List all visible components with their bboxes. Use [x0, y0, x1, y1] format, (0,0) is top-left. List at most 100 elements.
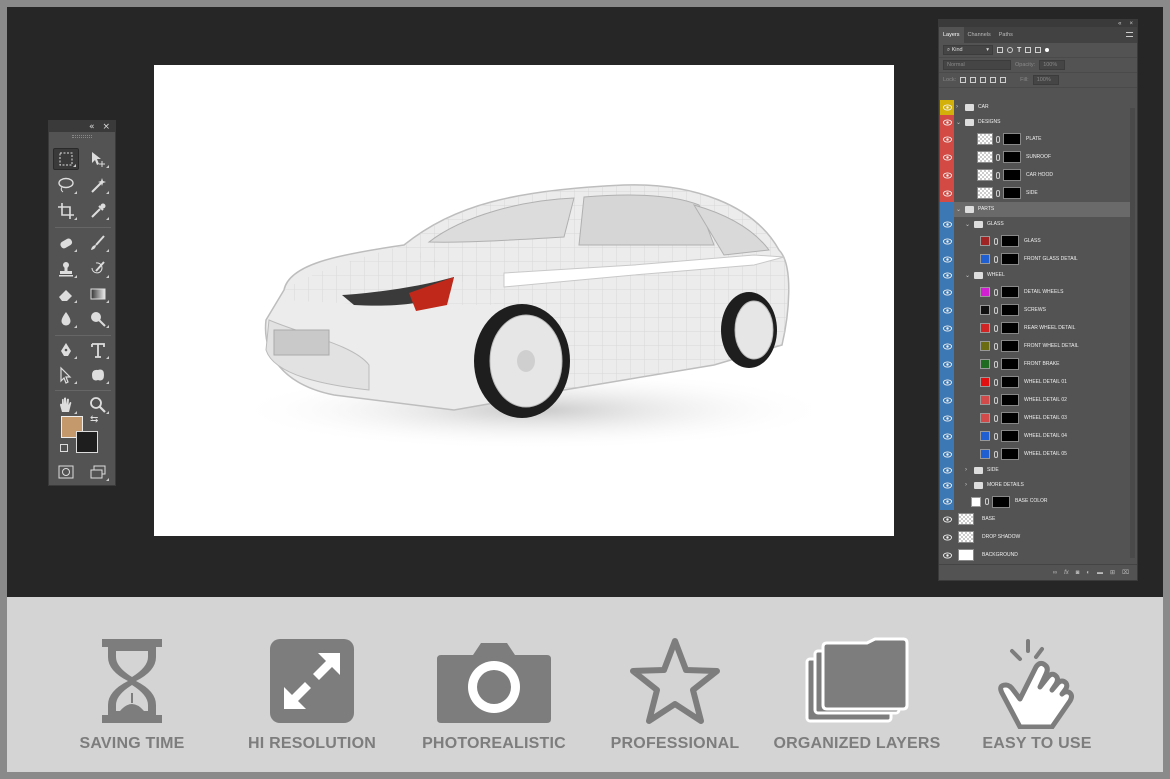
fill-color-swatch[interactable]: [980, 413, 990, 423]
visibility-eye-icon[interactable]: [940, 283, 954, 301]
filter-toggle-icon[interactable]: [1045, 48, 1050, 52]
screen-mode-icon[interactable]: [85, 461, 111, 483]
visibility-eye-icon[interactable]: [940, 100, 954, 115]
visibility-eye-icon[interactable]: [940, 337, 954, 355]
collapse-icon[interactable]: «: [1118, 21, 1121, 27]
link-icon[interactable]: [994, 360, 998, 368]
layer-mask-thumbnail[interactable]: [1001, 448, 1019, 460]
adjustment-filter-icon[interactable]: [1007, 47, 1013, 53]
visibility-eye-icon[interactable]: [940, 202, 954, 217]
link-icon[interactable]: [994, 324, 998, 332]
link-icon[interactable]: [994, 414, 998, 422]
layer-row[interactable]: SUNROOF: [940, 148, 1130, 166]
blend-mode-select[interactable]: Normal: [943, 60, 1011, 70]
expand-arrow-icon[interactable]: ›: [965, 482, 967, 488]
lock-position-icon[interactable]: [980, 77, 987, 83]
pen-icon[interactable]: [53, 339, 79, 361]
close-icon[interactable]: ×: [102, 122, 110, 132]
fill-color-swatch[interactable]: [980, 359, 990, 369]
layer-row[interactable]: CAR HOOD: [940, 166, 1130, 184]
visibility-eye-icon[interactable]: [940, 427, 954, 445]
move-icon[interactable]: [85, 148, 111, 170]
fill-color-swatch[interactable]: [980, 287, 990, 297]
visibility-eye-icon[interactable]: [940, 391, 954, 409]
layer-row[interactable]: ⌄ WHEEL: [940, 268, 1130, 283]
layer-row[interactable]: WHEEL DETAIL 01: [940, 373, 1130, 391]
shape-filter-icon[interactable]: [1025, 47, 1032, 53]
swap-colors-icon[interactable]: ⇆: [90, 414, 98, 425]
layer-mask-thumbnail[interactable]: [1001, 376, 1019, 388]
visibility-eye-icon[interactable]: [940, 115, 954, 130]
link-icon[interactable]: [985, 498, 989, 505]
layer-row[interactable]: ⌄ GLASS: [940, 217, 1130, 232]
visibility-eye-icon[interactable]: [940, 217, 954, 232]
layer-row[interactable]: › MORE DETAILS: [940, 478, 1130, 493]
layer-mask-thumbnail[interactable]: [1001, 253, 1019, 265]
layer-row[interactable]: DETAIL WHEELS: [940, 283, 1130, 301]
visibility-eye-icon[interactable]: [940, 493, 954, 510]
lock-all-icon[interactable]: [1000, 77, 1007, 83]
trash-icon[interactable]: ⌧: [1122, 569, 1129, 576]
mask-icon[interactable]: ◙: [1076, 570, 1080, 576]
crop-icon[interactable]: [53, 200, 79, 222]
link-icon[interactable]: [996, 189, 1000, 197]
link-icon[interactable]: [994, 306, 998, 314]
fill-color-swatch[interactable]: [980, 323, 990, 333]
tab-paths[interactable]: Paths: [995, 27, 1017, 43]
panel-menu-icon[interactable]: [1126, 32, 1133, 37]
layer-row[interactable]: BASE COLOR: [940, 493, 1130, 510]
layer-mask-thumbnail[interactable]: [1003, 187, 1021, 199]
visibility-eye-icon[interactable]: [940, 166, 954, 184]
layer-mask-thumbnail[interactable]: [1001, 358, 1019, 370]
opacity-field[interactable]: 100%: [1039, 60, 1066, 70]
visibility-eye-icon[interactable]: [940, 355, 954, 373]
collapse-arrow-icon[interactable]: ⌄: [965, 272, 970, 279]
fill-color-swatch[interactable]: [980, 305, 990, 315]
link-icon[interactable]: [994, 237, 998, 245]
visibility-eye-icon[interactable]: [940, 528, 954, 546]
layer-row[interactable]: WHEEL DETAIL 05: [940, 445, 1130, 463]
shape-icon[interactable]: [85, 364, 111, 386]
layer-mask-thumbnail[interactable]: [1001, 286, 1019, 298]
bandage-icon[interactable]: [53, 232, 79, 254]
collapse-icon[interactable]: «: [89, 122, 95, 132]
layer-row[interactable]: FRONT BRAKE: [940, 355, 1130, 373]
history-brush-icon[interactable]: [85, 258, 111, 280]
adjustment-icon[interactable]: ◐: [1086, 570, 1090, 576]
fill-color-swatch[interactable]: [980, 449, 990, 459]
magnifier-icon[interactable]: [85, 308, 111, 330]
fx-icon[interactable]: fx: [1064, 570, 1069, 576]
document-canvas[interactable]: [154, 65, 894, 536]
fill-field[interactable]: 100%: [1032, 75, 1059, 85]
layer-row[interactable]: GLASS: [940, 232, 1130, 250]
visibility-eye-icon[interactable]: [940, 148, 954, 166]
link-icon[interactable]: [994, 450, 998, 458]
visibility-eye-icon[interactable]: [940, 319, 954, 337]
tab-channels[interactable]: Channels: [964, 27, 995, 43]
tools-panel-grip[interactable]: [49, 132, 115, 140]
fill-color-swatch[interactable]: [971, 496, 981, 507]
marquee-icon[interactable]: [53, 148, 79, 170]
eraser-icon[interactable]: [53, 283, 79, 305]
quick-mask-icon[interactable]: [53, 461, 79, 483]
layer-mask-thumbnail[interactable]: [1003, 151, 1021, 163]
visibility-eye-icon[interactable]: [940, 445, 954, 463]
visibility-eye-icon[interactable]: [940, 510, 954, 528]
pixel-filter-icon[interactable]: [997, 47, 1003, 53]
layer-row[interactable]: BACKGROUND: [940, 546, 1130, 564]
layers-scrollbar[interactable]: [1130, 108, 1135, 558]
expand-arrow-icon[interactable]: ›: [965, 467, 967, 473]
layer-row[interactable]: WHEEL DETAIL 04: [940, 427, 1130, 445]
kind-filter-select[interactable]: ⌕ Kind ▾: [943, 45, 993, 55]
zoom-icon[interactable]: [85, 394, 111, 416]
brush-icon[interactable]: [85, 232, 111, 254]
layer-mask-thumbnail[interactable]: [1001, 322, 1019, 334]
layer-row[interactable]: BASE: [940, 510, 1130, 528]
layer-row[interactable]: PLATE: [940, 130, 1130, 148]
visibility-eye-icon[interactable]: [940, 250, 954, 268]
layer-mask-thumbnail[interactable]: [1001, 304, 1019, 316]
lasso-icon[interactable]: [53, 174, 79, 196]
visibility-eye-icon[interactable]: [940, 546, 954, 564]
layer-row[interactable]: ⌄ PARTS: [940, 202, 1130, 217]
type-icon[interactable]: [85, 339, 111, 361]
